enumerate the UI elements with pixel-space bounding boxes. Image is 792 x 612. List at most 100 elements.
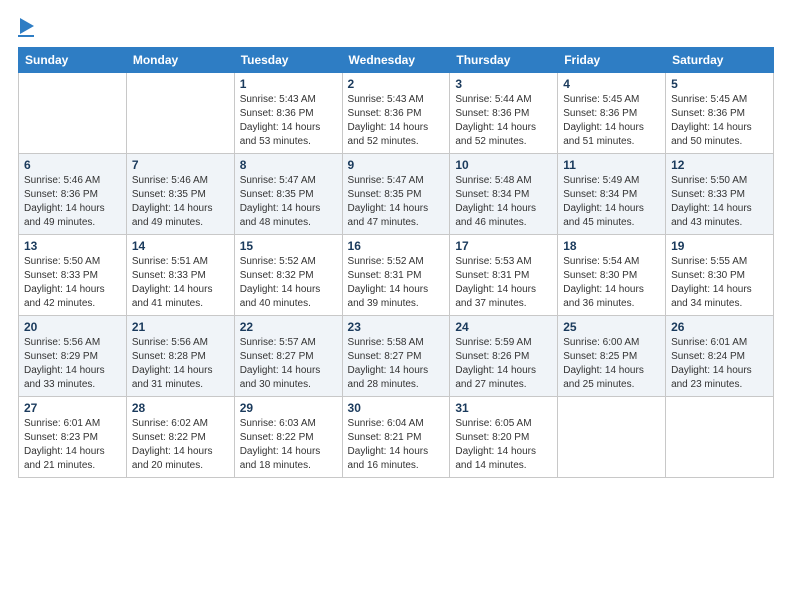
day-info: Sunrise: 5:48 AMSunset: 8:34 PMDaylight:… <box>455 174 552 230</box>
day-number: 15 <box>240 239 337 253</box>
day-info: Sunrise: 5:45 AMSunset: 8:36 PMDaylight:… <box>671 93 768 149</box>
day-info: Sunrise: 5:56 AMSunset: 8:29 PMDaylight:… <box>24 336 121 392</box>
day-number: 21 <box>132 320 229 334</box>
calendar-cell: 11Sunrise: 5:49 AMSunset: 8:34 PMDayligh… <box>558 154 666 235</box>
calendar-cell: 7Sunrise: 5:46 AMSunset: 8:35 PMDaylight… <box>126 154 234 235</box>
calendar-cell: 10 Sunrise: 5:48 AMSunset: 8:34 PMDayligh… <box>450 154 558 235</box>
day-info: Sunrise: 5:43 AMSunset: 8:36 PMDaylight:… <box>240 93 337 149</box>
day-info: Sunrise: 5:50 AMSunset: 8:33 PMDaylight:… <box>24 255 121 311</box>
day-info: Sunrise: 5:50 AMSunset: 8:33 PMDaylight:… <box>671 174 768 230</box>
day-number: 23 <box>348 320 445 334</box>
day-info: Sunrise: 6:05 AMSunset: 8:20 PMDaylight:… <box>455 417 552 473</box>
calendar-week-row: 1 Sunrise: 5:43 AMSunset: 8:36 PMDaylight… <box>19 73 774 154</box>
day-info: Sunrise: 6:01 AMSunset: 8:24 PMDaylight:… <box>671 336 768 392</box>
calendar-cell: 6 Sunrise: 5:46 AMSunset: 8:36 PMDaylight… <box>19 154 127 235</box>
calendar-cell: 24 Sunrise: 5:59 AMSunset: 8:26 PMDayligh… <box>450 316 558 397</box>
calendar-cell: 1 Sunrise: 5:43 AMSunset: 8:36 PMDaylight… <box>234 73 342 154</box>
weekday-header-monday: Monday <box>126 48 234 73</box>
day-number: 5 <box>671 77 768 91</box>
calendar-cell: 14 Sunrise: 5:51 AMSunset: 8:33 PMDayligh… <box>126 235 234 316</box>
logo-underline <box>18 35 34 37</box>
day-info: Sunrise: 5:53 AMSunset: 8:31 PMDaylight:… <box>455 255 552 311</box>
weekday-header-sunday: Sunday <box>19 48 127 73</box>
calendar-cell: 8 Sunrise: 5:47 AMSunset: 8:35 PMDaylight… <box>234 154 342 235</box>
day-number: 1 <box>240 77 337 91</box>
calendar-cell: 22 Sunrise: 5:57 AMSunset: 8:27 PMDayligh… <box>234 316 342 397</box>
calendar-cell: 4 Sunrise: 5:45 AMSunset: 8:36 PMDaylight… <box>558 73 666 154</box>
calendar-cell: 30Sunrise: 6:04 AMSunset: 8:21 PMDayligh… <box>342 397 450 478</box>
day-info: Sunrise: 6:01 AMSunset: 8:23 PMDaylight:… <box>24 417 121 473</box>
day-info: Sunrise: 5:55 AMSunset: 8:30 PMDaylight:… <box>671 255 768 311</box>
day-number: 2 <box>348 77 445 91</box>
day-number: 22 <box>240 320 337 334</box>
day-number: 24 <box>455 320 552 334</box>
calendar-week-row: 13 Sunrise: 5:50 AMSunset: 8:33 PMDayligh… <box>19 235 774 316</box>
logo-arrow-icon <box>20 18 34 34</box>
day-number: 25 <box>563 320 660 334</box>
day-number: 16 <box>348 239 445 253</box>
weekday-header-saturday: Saturday <box>666 48 774 73</box>
calendar-cell: 17Sunrise: 5:53 AMSunset: 8:31 PMDayligh… <box>450 235 558 316</box>
calendar-week-row: 27Sunrise: 6:01 AMSunset: 8:23 PMDayligh… <box>19 397 774 478</box>
calendar-cell: 2 Sunrise: 5:43 AMSunset: 8:36 PMDaylight… <box>342 73 450 154</box>
day-info: Sunrise: 5:57 AMSunset: 8:27 PMDaylight:… <box>240 336 337 392</box>
day-info: Sunrise: 5:52 AMSunset: 8:31 PMDaylight:… <box>348 255 445 311</box>
calendar-cell: 15Sunrise: 5:52 AMSunset: 8:32 PMDayligh… <box>234 235 342 316</box>
day-info: Sunrise: 5:47 AMSunset: 8:35 PMDaylight:… <box>240 174 337 230</box>
calendar-cell: 26 Sunrise: 6:01 AMSunset: 8:24 PMDayligh… <box>666 316 774 397</box>
day-number: 13 <box>24 239 121 253</box>
day-info: Sunrise: 5:43 AMSunset: 8:36 PMDaylight:… <box>348 93 445 149</box>
day-number: 30 <box>348 401 445 415</box>
calendar-cell: 5 Sunrise: 5:45 AMSunset: 8:36 PMDaylight… <box>666 73 774 154</box>
day-number: 31 <box>455 401 552 415</box>
day-info: Sunrise: 5:54 AMSunset: 8:30 PMDaylight:… <box>563 255 660 311</box>
logo <box>18 18 34 37</box>
calendar-cell: 21 Sunrise: 5:56 AMSunset: 8:28 PMDayligh… <box>126 316 234 397</box>
day-number: 26 <box>671 320 768 334</box>
weekday-header-thursday: Thursday <box>450 48 558 73</box>
calendar-cell: 20 Sunrise: 5:56 AMSunset: 8:29 PMDayligh… <box>19 316 127 397</box>
day-info: Sunrise: 5:51 AMSunset: 8:33 PMDaylight:… <box>132 255 229 311</box>
logo-text <box>18 18 34 34</box>
day-info: Sunrise: 5:45 AMSunset: 8:36 PMDaylight:… <box>563 93 660 149</box>
calendar-cell: 18 Sunrise: 5:54 AMSunset: 8:30 PMDayligh… <box>558 235 666 316</box>
day-info: Sunrise: 5:46 AMSunset: 8:35 PMDaylight:… <box>132 174 229 230</box>
day-number: 19 <box>671 239 768 253</box>
calendar-cell <box>126 73 234 154</box>
day-info: Sunrise: 5:44 AMSunset: 8:36 PMDaylight:… <box>455 93 552 149</box>
weekday-header-wednesday: Wednesday <box>342 48 450 73</box>
day-number: 18 <box>563 239 660 253</box>
day-number: 8 <box>240 158 337 172</box>
day-info: Sunrise: 5:49 AMSunset: 8:34 PMDaylight:… <box>563 174 660 230</box>
calendar-cell <box>19 73 127 154</box>
calendar-table: SundayMondayTuesdayWednesdayThursdayFrid… <box>18 47 774 478</box>
day-info: Sunrise: 5:56 AMSunset: 8:28 PMDaylight:… <box>132 336 229 392</box>
day-number: 4 <box>563 77 660 91</box>
calendar-week-row: 6 Sunrise: 5:46 AMSunset: 8:36 PMDaylight… <box>19 154 774 235</box>
day-number: 10 <box>455 158 552 172</box>
day-info: Sunrise: 5:59 AMSunset: 8:26 PMDaylight:… <box>455 336 552 392</box>
calendar-cell: 16 Sunrise: 5:52 AMSunset: 8:31 PMDayligh… <box>342 235 450 316</box>
page: SundayMondayTuesdayWednesdayThursdayFrid… <box>0 0 792 612</box>
weekday-header-friday: Friday <box>558 48 666 73</box>
day-number: 9 <box>348 158 445 172</box>
calendar-cell: 27Sunrise: 6:01 AMSunset: 8:23 PMDayligh… <box>19 397 127 478</box>
day-info: Sunrise: 5:47 AMSunset: 8:35 PMDaylight:… <box>348 174 445 230</box>
calendar-cell: 19 Sunrise: 5:55 AMSunset: 8:30 PMDayligh… <box>666 235 774 316</box>
day-info: Sunrise: 6:00 AMSunset: 8:25 PMDaylight:… <box>563 336 660 392</box>
day-number: 20 <box>24 320 121 334</box>
day-info: Sunrise: 6:03 AMSunset: 8:22 PMDaylight:… <box>240 417 337 473</box>
calendar-cell: 12Sunrise: 5:50 AMSunset: 8:33 PMDayligh… <box>666 154 774 235</box>
calendar-cell: 31 Sunrise: 6:05 AMSunset: 8:20 PMDayligh… <box>450 397 558 478</box>
day-info: Sunrise: 5:46 AMSunset: 8:36 PMDaylight:… <box>24 174 121 230</box>
day-info: Sunrise: 6:02 AMSunset: 8:22 PMDaylight:… <box>132 417 229 473</box>
calendar-week-row: 20 Sunrise: 5:56 AMSunset: 8:29 PMDayligh… <box>19 316 774 397</box>
day-number: 28 <box>132 401 229 415</box>
day-info: Sunrise: 5:58 AMSunset: 8:27 PMDaylight:… <box>348 336 445 392</box>
calendar-cell <box>558 397 666 478</box>
calendar-cell: 23 Sunrise: 5:58 AMSunset: 8:27 PMDayligh… <box>342 316 450 397</box>
weekday-header-tuesday: Tuesday <box>234 48 342 73</box>
day-number: 14 <box>132 239 229 253</box>
day-number: 3 <box>455 77 552 91</box>
day-number: 6 <box>24 158 121 172</box>
